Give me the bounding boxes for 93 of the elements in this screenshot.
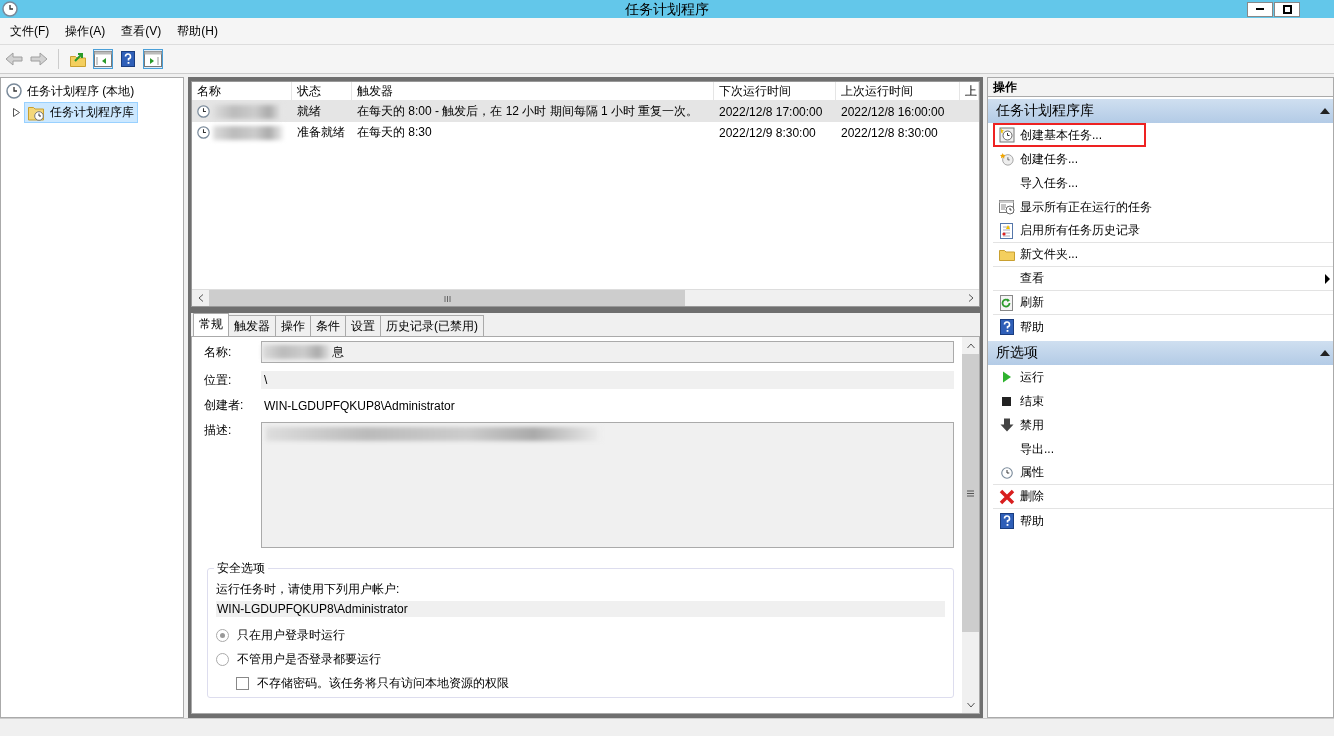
menu-item[interactable]: 查看(V) (121, 22, 162, 40)
group-title: 安全选项 (216, 560, 266, 577)
pane-title: 操作 (988, 78, 1333, 97)
clock-icon (197, 105, 210, 118)
folder-clock-icon (28, 104, 46, 121)
action-item[interactable]: 帮助 (993, 509, 1333, 533)
prompt-text: 运行任务时，请使用下列用户帐户: (216, 581, 401, 598)
scroll-right-icon[interactable] (967, 294, 974, 302)
tree-item[interactable]: 任务计划程序库 (24, 102, 138, 123)
action-item[interactable]: 查看 (993, 267, 1333, 291)
column-header[interactable]: 名称 (192, 82, 292, 100)
table-cell: 2022/12/8 8:30:00 (841, 125, 938, 140)
field-label: 描述: (204, 422, 233, 439)
action-item[interactable]: 显示所有正在运行的任务 (993, 195, 1333, 219)
grip-icon (966, 489, 975, 497)
field-label: 创建者: (204, 397, 245, 414)
menu-item[interactable]: 帮助(H) (177, 22, 218, 40)
scroll-down-icon[interactable] (966, 701, 975, 708)
author-text: WIN-LGDUPFQKUP8\Administrator (263, 398, 455, 413)
action-item[interactable]: 启用所有任务历史记录 (993, 219, 1333, 243)
help-icon[interactable] (999, 513, 1014, 529)
play-icon (1001, 371, 1012, 383)
maximize-button[interactable] (1274, 1, 1300, 17)
scroll-up-icon[interactable] (966, 342, 975, 349)
clock-icon (1000, 466, 1013, 479)
blurred-text (213, 104, 283, 119)
checkbox-option[interactable]: 不存储密码。该任务将只有访问本地资源的权限 (216, 671, 945, 695)
help-icon[interactable] (999, 319, 1014, 335)
table-cell: 在每天的 8:00 - 触发后，在 12 小时 期间每隔 1 小时 重复一次。 (357, 103, 699, 120)
account-field[interactable]: WIN-LGDUPFQKUP8\Administrator (216, 601, 945, 617)
column-header[interactable]: 状态 (292, 82, 352, 100)
table-cell: 2022/12/8 17:00:00 (719, 104, 823, 119)
collapse-arrow-icon[interactable] (1320, 108, 1330, 114)
blurred-text (213, 125, 283, 140)
calendar-clock-icon (998, 127, 1015, 143)
field-label: 名称: (204, 343, 233, 361)
minimize-button[interactable] (1247, 1, 1273, 17)
refresh-icon (1000, 294, 1013, 311)
folder-icon (998, 248, 1015, 261)
clock-icon (197, 126, 210, 139)
stop-icon (1002, 396, 1011, 406)
action-item[interactable]: 结束 (993, 389, 1333, 413)
collapse-arrow-icon[interactable] (1320, 350, 1330, 356)
window-clock-icon (998, 199, 1015, 215)
section-header[interactable]: 所选项 (988, 341, 1333, 365)
tab[interactable]: 历史记录(已禁用) (380, 315, 484, 336)
maximize-icon (1282, 4, 1292, 14)
down-arrow-icon (999, 418, 1014, 432)
action-item[interactable]: 刷新 (993, 291, 1333, 315)
section-header[interactable]: 任务计划程序库 (988, 99, 1333, 123)
delete-icon (998, 488, 1015, 505)
action-item[interactable]: 属性 (993, 461, 1333, 485)
column-header[interactable]: 上次运行时间 (836, 82, 960, 100)
menu-item[interactable]: 文件(F) (10, 22, 50, 40)
minimize-icon (1256, 7, 1264, 11)
column-header[interactable]: 下次运行时间 (714, 82, 836, 100)
action-item[interactable]: 运行 (993, 365, 1333, 389)
action-item[interactable]: 创建基本任务... (993, 123, 1146, 147)
description-field[interactable] (261, 422, 954, 548)
action-item[interactable]: 新文件夹... (993, 243, 1333, 267)
menu-item[interactable]: 操作(A) (65, 22, 106, 40)
expand-arrow-icon[interactable] (13, 108, 20, 117)
name-field[interactable]: 息 (261, 341, 954, 363)
action-item[interactable]: 导出... (993, 437, 1333, 461)
radio-option[interactable]: 不管用户是否登录都要运行 (216, 647, 945, 671)
tab[interactable]: 常规 (193, 313, 229, 336)
radio-option[interactable]: 只在用户登录时运行 (216, 623, 945, 647)
column-header[interactable]: 上 (960, 82, 979, 100)
window-title: 任务计划程序 (625, 0, 709, 18)
action-item[interactable]: 导入任务... (993, 171, 1333, 195)
field-label: 位置: (204, 371, 233, 389)
horizontal-scrollbar[interactable] (192, 289, 979, 306)
action-item[interactable]: 创建任务... (993, 147, 1333, 171)
vertical-scrollbar[interactable] (962, 337, 979, 713)
scroll-left-icon[interactable] (197, 294, 204, 302)
table-cell: 准备就绪 (297, 124, 345, 141)
action-item[interactable]: 帮助 (993, 315, 1333, 339)
location-field[interactable]: \ (261, 371, 954, 389)
document-icon (1000, 222, 1013, 239)
table-row[interactable]: 准备就绪 在每天的 8:30 2022/12/9 8:30:00 2022/12/8 8:30:00 (192, 122, 979, 143)
checkbox[interactable] (236, 676, 249, 690)
column-header[interactable]: 触发器 (352, 82, 714, 100)
table-row[interactable]: 就绪 在每天的 8:00 - 触发后，在 12 小时 期间每隔 1 小时 重复一次。 2022/12/8 17:00:00 2022/12/8 16:00:00 (192, 101, 979, 122)
clock-icon (6, 83, 22, 99)
tree-item[interactable]: 任务计划程序 (本地) (3, 81, 181, 101)
table-cell: 2022/12/9 8:30:00 (719, 125, 816, 140)
submenu-arrow-icon (1325, 273, 1330, 284)
table-cell: 2022/12/8 16:00:00 (841, 104, 945, 119)
table-cell: 在每天的 8:30 (357, 124, 432, 141)
action-item[interactable]: 禁用 (993, 413, 1333, 437)
table-cell: 就绪 (297, 103, 321, 120)
grip-icon (443, 294, 451, 302)
action-item[interactable]: 删除 (993, 485, 1333, 509)
